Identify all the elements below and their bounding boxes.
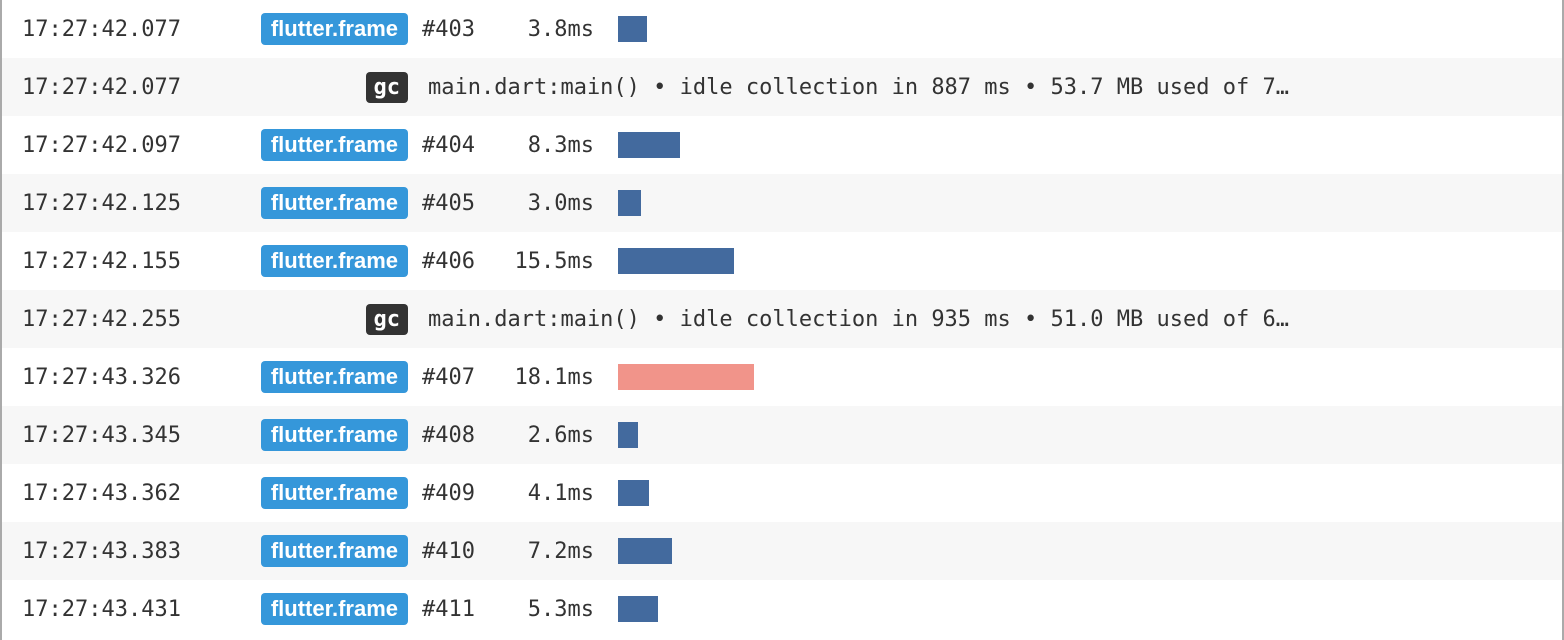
duration-bar-container [618,480,649,506]
badge-column: flutter.frame [226,361,408,393]
frame-duration: 8.3ms [504,133,594,158]
duration-bar-container [618,538,672,564]
frame-id: #404 [422,133,490,158]
duration-bar-container [618,16,647,42]
flutter-frame-badge: flutter.frame [261,187,408,219]
log-row[interactable]: 17:27:43.362 flutter.frame #409 4.1ms [2,464,1562,522]
timestamp: 17:27:43.431 [22,597,212,622]
duration-bar [618,16,647,42]
badge-column: flutter.frame [226,245,408,277]
timestamp: 17:27:42.255 [22,307,212,332]
flutter-frame-badge: flutter.frame [261,477,408,509]
timestamp: 17:27:42.077 [22,17,212,42]
duration-bar [618,132,680,158]
duration-bar [618,248,734,274]
badge-column: gc [226,304,408,335]
duration-bar [618,364,754,390]
frame-id: #406 [422,249,490,274]
frame-id: #407 [422,365,490,390]
timestamp: 17:27:43.362 [22,481,212,506]
duration-bar-container [618,364,754,390]
log-row[interactable]: 17:27:43.431 flutter.frame #411 5.3ms [2,580,1562,638]
frame-id: #410 [422,539,490,564]
duration-bar [618,596,658,622]
log-row[interactable]: 17:27:42.097 flutter.frame #404 8.3ms [2,116,1562,174]
frame-id: #405 [422,191,490,216]
frame-duration: 3.8ms [504,17,594,42]
badge-column: flutter.frame [226,187,408,219]
timestamp: 17:27:42.077 [22,75,212,100]
frame-id: #403 [422,17,490,42]
frame-duration: 3.0ms [504,191,594,216]
log-row[interactable]: 17:27:42.125 flutter.frame #405 3.0ms [2,174,1562,232]
badge-column: flutter.frame [226,13,408,45]
log-row[interactable]: 17:27:42.155 flutter.frame #406 15.5ms [2,232,1562,290]
timestamp: 17:27:43.383 [22,539,212,564]
flutter-frame-badge: flutter.frame [261,361,408,393]
badge-column: gc [226,72,408,103]
timestamp: 17:27:42.155 [22,249,212,274]
badge-column: flutter.frame [226,419,408,451]
log-row[interactable]: 17:27:43.345 flutter.frame #408 2.6ms [2,406,1562,464]
gc-message: main.dart:main() • idle collection in 93… [428,307,1542,332]
duration-bar-container [618,422,638,448]
frame-duration: 4.1ms [504,481,594,506]
flutter-frame-badge: flutter.frame [261,593,408,625]
duration-bar-container [618,132,680,158]
timestamp: 17:27:43.326 [22,365,212,390]
log-row[interactable]: 17:27:42.077 gc main.dart:main() • idle co… [2,58,1562,116]
badge-column: flutter.frame [226,535,408,567]
duration-bar-container [618,596,658,622]
duration-bar-container [618,190,641,216]
frame-id: #409 [422,481,490,506]
gc-badge: gc [366,72,409,103]
badge-column: flutter.frame [226,593,408,625]
flutter-frame-badge: flutter.frame [261,535,408,567]
badge-column: flutter.frame [226,129,408,161]
duration-bar [618,422,638,448]
duration-bar-container [618,248,734,274]
flutter-frame-badge: flutter.frame [261,129,408,161]
log-row[interactable]: 17:27:43.383 flutter.frame #410 7.2ms [2,522,1562,580]
badge-column: flutter.frame [226,477,408,509]
frame-duration: 15.5ms [504,249,594,274]
frame-duration: 5.3ms [504,597,594,622]
flutter-frame-badge: flutter.frame [261,419,408,451]
log-list: 17:27:42.077flutter.frame#4033.8ms17:27:… [2,0,1562,638]
timestamp: 17:27:42.125 [22,191,212,216]
duration-bar [618,480,649,506]
flutter-frame-badge: flutter.frame [261,245,408,277]
log-row[interactable]: 17:27:43.326 flutter.frame #407 18.1ms [2,348,1562,406]
flutter-frame-badge: flutter.frame [261,13,408,45]
timestamp: 17:27:42.097 [22,133,212,158]
gc-badge: gc [366,304,409,335]
gc-message: main.dart:main() • idle collection in 88… [428,75,1542,100]
frame-duration: 18.1ms [504,365,594,390]
duration-bar [618,190,641,216]
frame-duration: 2.6ms [504,423,594,448]
timestamp: 17:27:43.345 [22,423,212,448]
duration-bar [618,538,672,564]
frame-id: #411 [422,597,490,622]
frame-duration: 7.2ms [504,539,594,564]
frame-id: #408 [422,423,490,448]
log-row[interactable]: 17:27:42.255 gc main.dart:main() • idle co… [2,290,1562,348]
log-row[interactable]: 17:27:42.077 flutter.frame #403 3.8ms [2,0,1562,58]
